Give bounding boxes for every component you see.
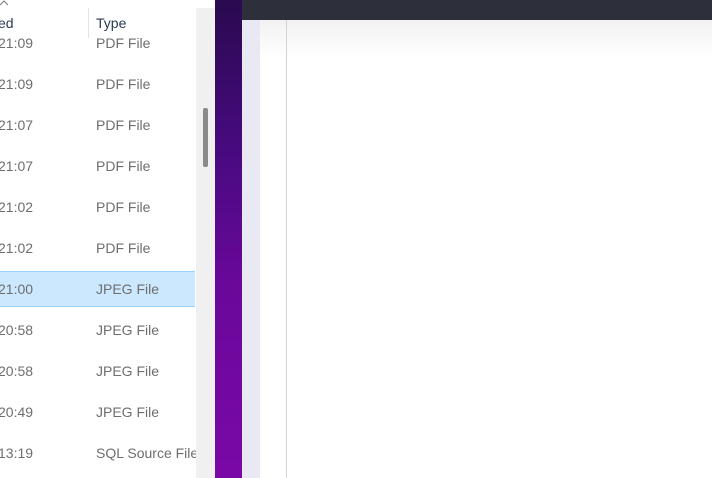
file-row[interactable]: 20:49 JPEG File [0,394,195,430]
date-modified-cell: 21:07 [0,117,34,133]
file-row[interactable]: 21:02 PDF File [0,189,195,225]
type-cell: PDF File [96,199,151,215]
type-cell: JPEG File [96,322,160,338]
file-row[interactable]: 21:02 PDF File [0,230,195,266]
file-row[interactable]: 20:58 JPEG File [0,312,195,348]
date-modified-cell: 21:02 [0,199,34,215]
chevron-up-icon[interactable] [0,0,8,6]
file-row[interactable]: 13:19 SQL Source File [0,435,196,471]
preview-side-bar [242,20,260,478]
background-strip [215,0,242,478]
date-modified-cell: 20:58 [0,322,34,338]
type-cell: PDF File [96,158,151,174]
top-bar-shadow [242,20,712,60]
file-row[interactable]: 20:58 JPEG File [0,353,195,389]
date-modified-cell: 13:19 [0,445,34,461]
file-row[interactable]: 21:09 PDF File [0,66,195,102]
type-cell: PDF File [96,240,151,256]
date-modified-cell: 20:49 [0,404,34,420]
screen: 21:09 PDF File 21:09 PDF File 21:07 PDF File 2… [0,0,712,478]
column-header-date-modified[interactable]: ed [0,15,14,31]
type-cell: PDF File [96,76,151,92]
date-modified-cell: 21:07 [0,158,34,174]
file-row[interactable]: 21:00 JPEG File [0,271,195,307]
content-divider [286,20,287,478]
file-row[interactable]: 21:07 PDF File [0,107,195,143]
column-header-type[interactable]: Type [96,15,126,31]
scrollbar-track[interactable] [196,8,215,478]
scrollbar-thumb[interactable] [203,108,208,167]
type-cell: SQL Source File [96,445,196,461]
file-list-rows: 21:09 PDF File 21:09 PDF File 21:07 PDF File 2… [0,0,196,478]
type-cell: JPEG File [96,363,160,379]
file-row[interactable]: 21:07 PDF File [0,148,195,184]
type-cell: PDF File [96,117,151,133]
column-divider[interactable] [88,8,89,38]
column-header-row: ed Type [0,0,196,38]
date-modified-cell: 20:58 [0,363,34,379]
type-cell: JPEG File [96,281,160,297]
date-modified-cell: 21:09 [0,76,34,92]
date-modified-cell: 21:02 [0,240,34,256]
type-cell: JPEG File [96,404,160,420]
file-list-panel: 21:09 PDF File 21:09 PDF File 21:07 PDF File 2… [0,0,196,478]
top-bar [242,0,712,20]
date-modified-cell: 21:00 [0,281,34,297]
